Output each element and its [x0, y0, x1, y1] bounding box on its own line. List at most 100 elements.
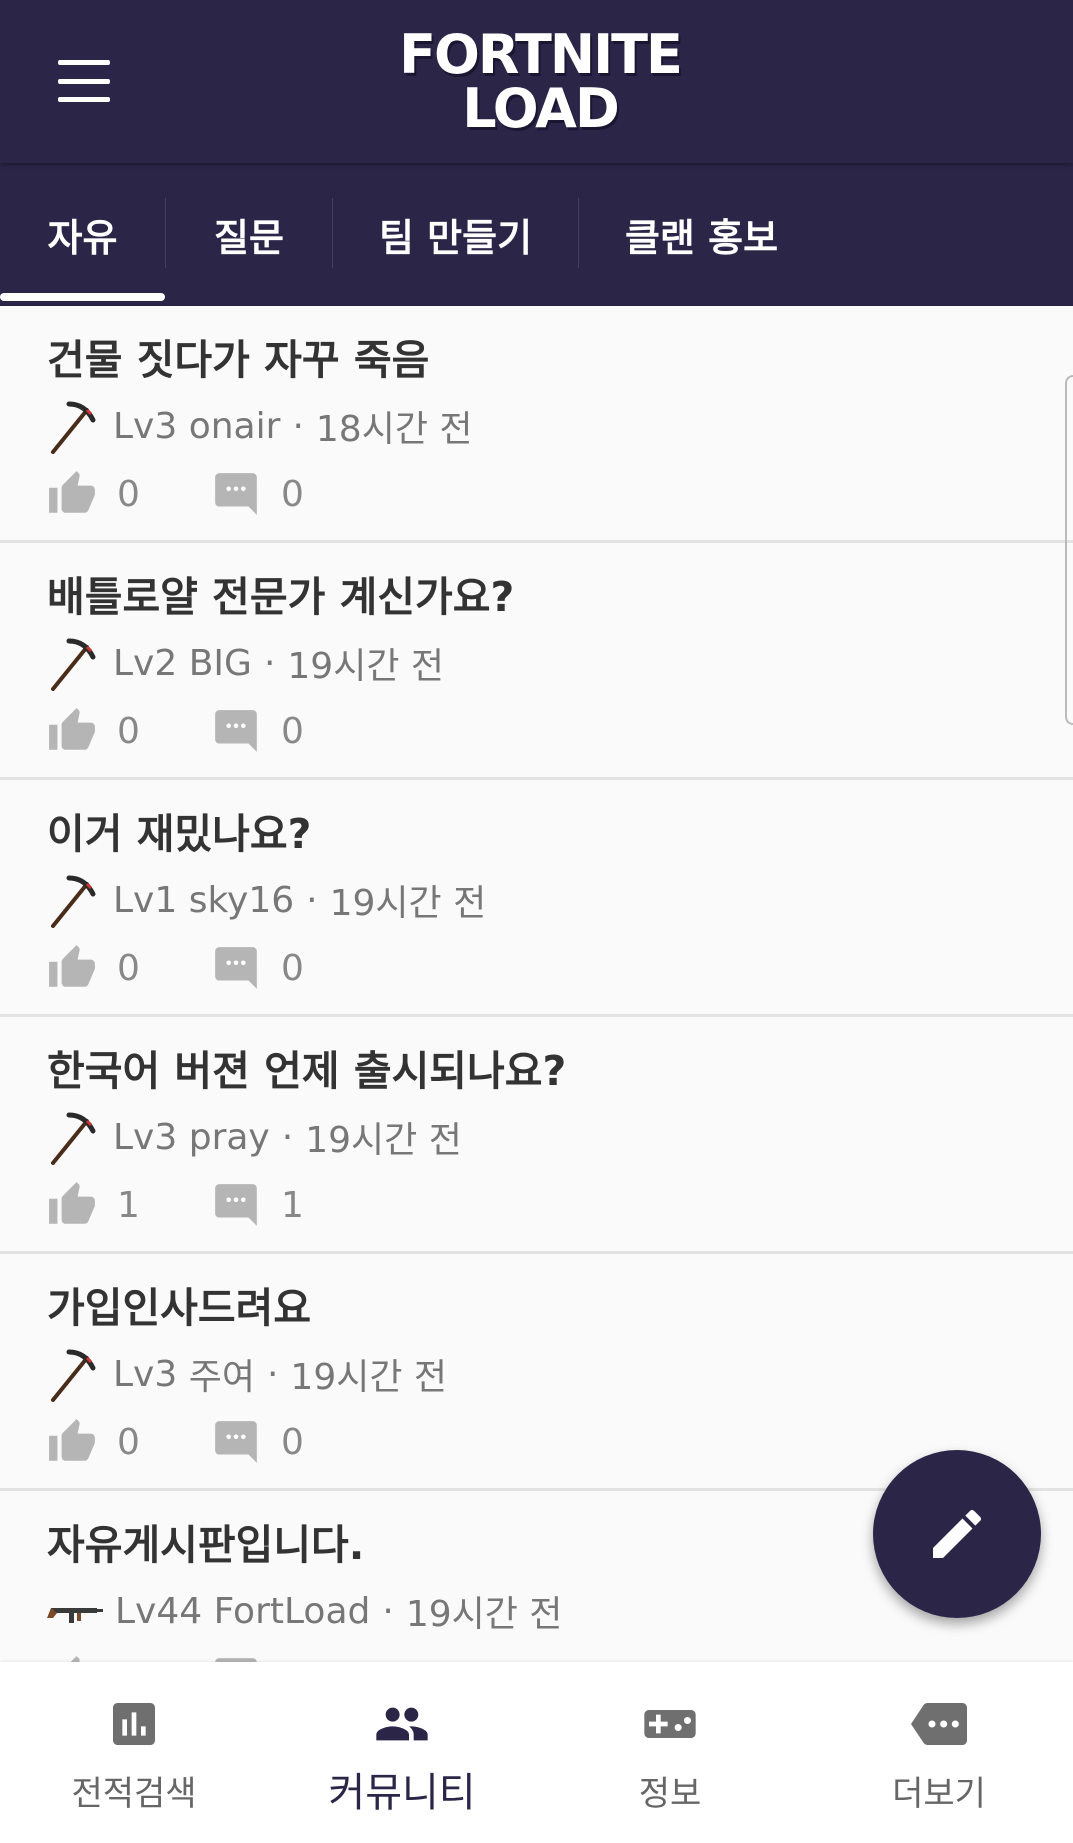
tab-free[interactable]: 자유 — [0, 163, 165, 306]
post-title: 건물 짓다가 자꾸 죽음 — [47, 336, 430, 384]
author-name[interactable]: pray — [189, 1117, 270, 1158]
post-item[interactable]: 한국어 버젼 언제 출시되나요? Lv3 pray · 19시간 전 1 1 — [0, 1017, 1073, 1254]
comment-icon — [215, 1184, 257, 1226]
author-level: Lv3 — [113, 405, 178, 447]
nav-stats-search[interactable]: 전적검색 — [0, 1662, 268, 1843]
write-post-button[interactable] — [873, 1450, 1041, 1618]
post-meta: Lv3 주여 · 19시간 전 — [47, 1346, 447, 1402]
comment-icon — [215, 947, 257, 989]
post-meta: Lv3 onair · 18시간 전 — [47, 398, 473, 454]
post-meta: Lv1 sky16 · 19시간 전 — [47, 872, 486, 928]
pickaxe-icon — [51, 1112, 96, 1165]
logo-line-1: FORTNITE — [399, 23, 683, 86]
menu-icon[interactable] — [48, 54, 120, 108]
scroll-edge-indicator — [1065, 375, 1073, 725]
post-item[interactable]: 건물 짓다가 자꾸 죽음 Lv3 onair · 18시간 전 0 0 — [0, 306, 1073, 543]
logo-line-2: LOAD — [462, 77, 620, 140]
more-icon — [894, 1696, 984, 1752]
meta-separator: · — [281, 1116, 294, 1158]
rifle-icon — [47, 1608, 103, 1623]
thumbs-up-icon — [49, 1182, 95, 1224]
nav-info[interactable]: 정보 — [536, 1662, 804, 1843]
post-item[interactable]: 배틀로얄 전문가 계신가요? Lv2 BIG · 19시간 전 0 0 — [0, 543, 1073, 780]
post-stats: 0 0 — [47, 1414, 304, 1470]
comment-stat: 0 — [211, 469, 304, 519]
author-level: Lv2 — [113, 642, 178, 684]
tab-label: 클랜 홍보 — [624, 216, 779, 260]
comment-stat: 0 — [211, 1417, 304, 1467]
gamepad-icon — [625, 1696, 715, 1752]
post-time: 19시간 전 — [329, 883, 487, 924]
people-icon — [357, 1696, 447, 1752]
nav-label: 전적검색 — [71, 1774, 197, 1814]
thumbs-up-icon — [49, 945, 95, 987]
stats-chart-icon — [89, 1696, 179, 1752]
nav-more[interactable]: 더보기 — [805, 1662, 1073, 1843]
pickaxe-icon — [51, 638, 96, 691]
app-logo[interactable]: FORTNITE LOAD — [330, 20, 750, 140]
tab-label: 자유 — [47, 216, 118, 260]
like-count: 0 — [117, 1421, 140, 1463]
meta-separator: · — [306, 879, 318, 921]
post-stats: 0 0 — [47, 940, 304, 996]
post-title: 한국어 버젼 언제 출시되나요? — [47, 1047, 567, 1095]
post-item[interactable]: 가입인사드려요 Lv3 주여 · 19시간 전 0 0 — [0, 1254, 1073, 1491]
meta-separator: · — [292, 405, 304, 447]
post-time: 19시간 전 — [305, 1120, 462, 1161]
post-time: 19시간 전 — [290, 1357, 448, 1398]
meta-separator: · — [266, 1353, 279, 1395]
thumbs-up-icon — [49, 1419, 95, 1461]
pencil-icon — [933, 1509, 982, 1558]
post-time: 19시간 전 — [287, 646, 445, 687]
thumbs-up-icon — [49, 471, 95, 513]
meta-separator: · — [382, 1590, 394, 1632]
author-level: Lv3 — [113, 1353, 178, 1395]
comment-stat: 1 — [211, 1180, 304, 1230]
post-stats: 0 0 — [47, 466, 304, 522]
post-title: 가입인사드려요 — [47, 1284, 312, 1332]
author-name[interactable]: FortLoad — [214, 1591, 371, 1632]
bottom-navigation: 전적검색 커뮤니티 정보 더보기 — [0, 1662, 1073, 1843]
comment-count: 0 — [281, 710, 304, 752]
tab-team[interactable]: 팀 만들기 — [333, 163, 578, 306]
nav-label: 커뮤니티 — [328, 1770, 476, 1816]
board-tabs: 자유 질문 팀 만들기 클랜 홍보 — [0, 163, 1073, 306]
author-name[interactable]: 주여 — [189, 1348, 255, 1400]
post-title: 자유게시판입니다. — [47, 1521, 365, 1569]
post-time: 18시간 전 — [315, 409, 473, 450]
author-level: Lv44 — [115, 1590, 203, 1632]
comment-count: 0 — [281, 1421, 304, 1463]
thumbs-up-icon — [49, 708, 95, 750]
author-name[interactable]: sky16 — [189, 880, 294, 921]
pickaxe-icon — [51, 1349, 96, 1402]
author-name[interactable]: BIG — [189, 643, 252, 684]
comment-stat: 0 — [211, 706, 304, 756]
post-time: 19시간 전 — [405, 1594, 563, 1635]
active-tab-indicator — [0, 293, 165, 301]
author-level: Lv1 — [113, 879, 178, 921]
post-stats: 1 1 — [47, 1177, 304, 1233]
comment-count: 0 — [281, 947, 304, 989]
comment-icon — [215, 1421, 257, 1463]
like-count: 0 — [117, 710, 140, 752]
nav-label: 정보 — [638, 1774, 702, 1814]
comment-icon — [215, 473, 257, 515]
tab-clan[interactable]: 클랜 홍보 — [579, 163, 824, 306]
like-count: 0 — [117, 473, 140, 515]
post-title: 이거 재밌나요? — [47, 810, 312, 858]
tab-label: 질문 — [214, 216, 284, 260]
author-name[interactable]: onair — [189, 406, 281, 447]
post-item[interactable]: 이거 재밌나요? Lv1 sky16 · 19시간 전 0 0 — [0, 780, 1073, 1017]
nav-community[interactable]: 커뮤니티 — [268, 1662, 536, 1843]
comment-count: 0 — [281, 473, 304, 515]
tab-label: 팀 만들기 — [378, 216, 533, 260]
comment-stat: 0 — [211, 943, 304, 993]
comment-icon — [215, 710, 257, 752]
post-meta: Lv3 pray · 19시간 전 — [47, 1109, 462, 1165]
nav-label: 더보기 — [892, 1774, 986, 1814]
post-meta: Lv44 FortLoad · 19시간 전 — [47, 1583, 562, 1639]
like-count: 1 — [117, 1184, 140, 1226]
post-title: 배틀로얄 전문가 계신가요? — [47, 573, 515, 621]
tab-question[interactable]: 질문 — [166, 163, 332, 306]
post-meta: Lv2 BIG · 19시간 전 — [47, 635, 444, 691]
